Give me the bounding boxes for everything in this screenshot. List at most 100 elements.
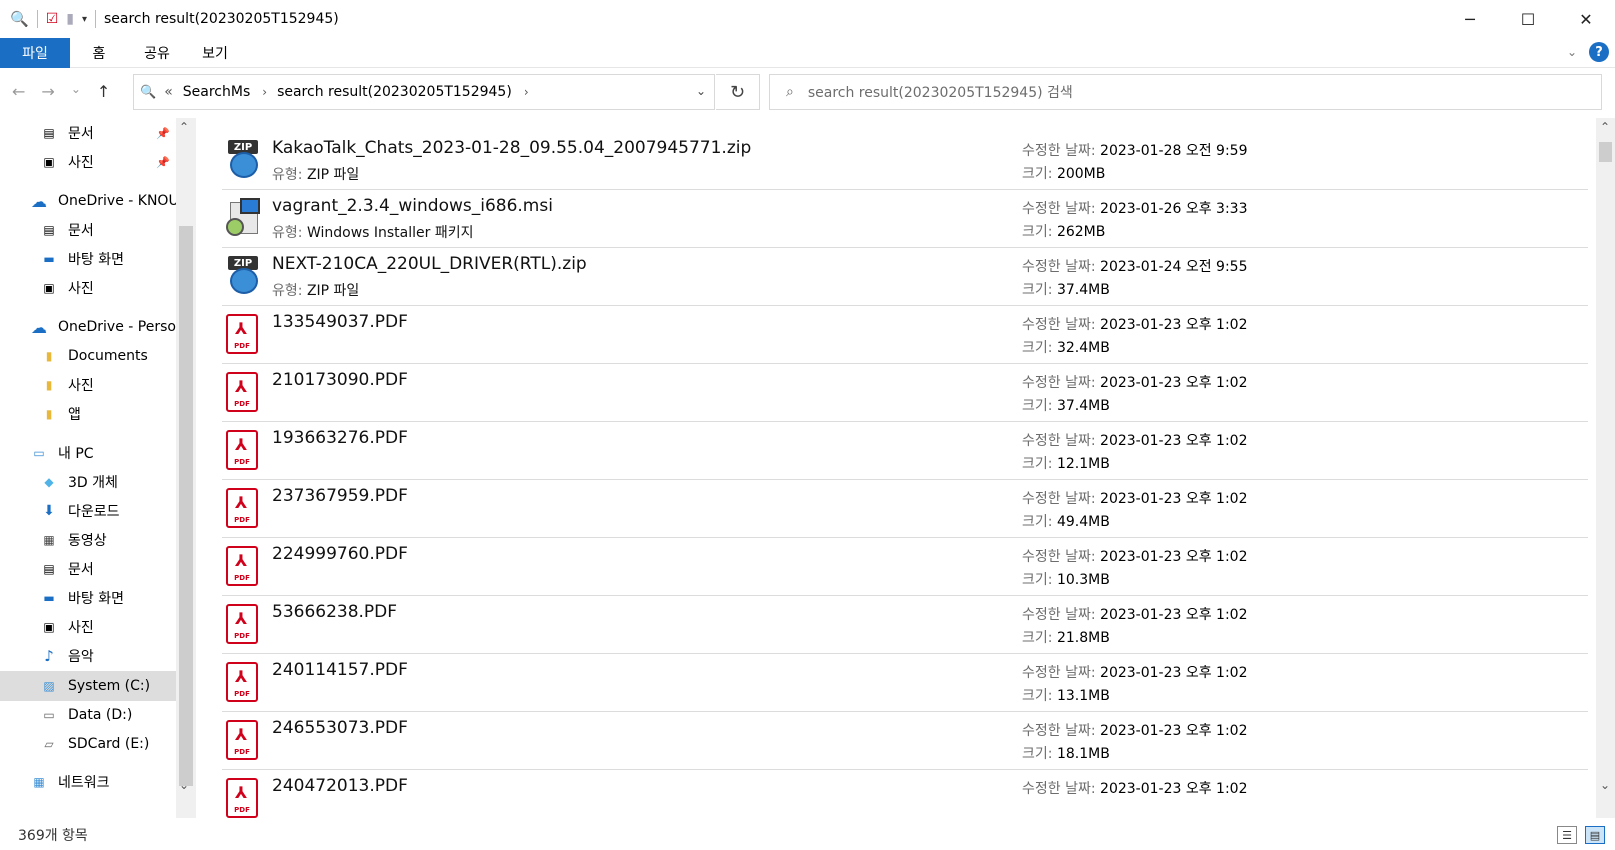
- sidebar-item-system-c[interactable]: ▨ System (C:): [0, 671, 176, 701]
- maximize-button[interactable]: ☐: [1499, 0, 1557, 38]
- sidebar-item-label: 앱: [68, 407, 81, 423]
- sidebar-item-desktop[interactable]: ▬ 바탕 화면: [0, 244, 176, 274]
- scroll-up-icon[interactable]: ⌃: [1600, 120, 1610, 134]
- file-row[interactable]: ⅄ PDF 246553073.PDF 수정한 날짜: 2023-01-23 오후…: [222, 710, 1588, 770]
- file-row[interactable]: ⅄ PDF 193663276.PDF 수정한 날짜: 2023-01-23 오후…: [222, 420, 1588, 480]
- details-view-icon[interactable]: ☰: [1557, 826, 1577, 844]
- file-row[interactable]: ZIP NEXT-210CA_220UL_DRIVER(RTL).zip 유형:…: [222, 246, 1588, 306]
- folder-icon: ▮: [45, 349, 53, 363]
- tiles-view-icon[interactable]: ▤: [1585, 826, 1605, 844]
- sidebar-item-music[interactable]: ♪ 음악: [0, 641, 176, 671]
- file-size: 크기: 262MB: [1022, 224, 1106, 240]
- properties-icon[interactable]: ☑: [46, 11, 59, 27]
- file-name: 210173090.PDF: [272, 370, 408, 390]
- sidebar-item-label: 바탕 화면: [68, 252, 124, 268]
- file-row[interactable]: ⅄ PDF 240114157.PDF 수정한 날짜: 2023-01-23 오후…: [222, 652, 1588, 712]
- file-name: 53666238.PDF: [272, 602, 398, 622]
- breadcrumb-separator-icon[interactable]: ›: [524, 85, 529, 99]
- scroll-up-icon[interactable]: ⌃: [179, 120, 189, 134]
- refresh-button[interactable]: ↻: [716, 74, 760, 110]
- close-button[interactable]: ✕: [1557, 0, 1615, 38]
- file-date: 수정한 날짜: 2023-01-23 오후 1:02: [1022, 375, 1248, 391]
- recent-locations-button[interactable]: ⌄: [71, 82, 81, 101]
- file-row[interactable]: ⅄ PDF 210173090.PDF 수정한 날짜: 2023-01-23 오후…: [222, 362, 1588, 422]
- pin-icon: 📌: [156, 155, 170, 169]
- minimize-button[interactable]: ─: [1441, 0, 1499, 38]
- sidebar-item-onedrive-personal[interactable]: ☁ OneDrive - Personal: [0, 312, 176, 342]
- tab-view[interactable]: 보기: [186, 38, 244, 68]
- new-folder-icon[interactable]: ▮: [66, 11, 74, 27]
- removable-drive-icon: ▱: [44, 737, 54, 751]
- sidebar-item-label: Documents: [68, 348, 148, 364]
- status-bar: 369개 항목 ☰ ▤: [0, 820, 1615, 850]
- tab-file[interactable]: 파일: [0, 37, 70, 68]
- sidebar-item-this-pc[interactable]: ▭ 내 PC: [0, 438, 176, 468]
- explorer-search-icon[interactable]: 🔍: [10, 10, 29, 28]
- address-bar[interactable]: 🔍 « SearchMs › search result(20230205T15…: [133, 74, 715, 110]
- sidebar-item-pictures-pinned[interactable]: ▣ 사진 📌: [0, 147, 176, 177]
- expand-ribbon-icon[interactable]: ⌄: [1567, 45, 1577, 59]
- file-name: 240472013.PDF: [272, 776, 408, 796]
- sidebar-scrollbar[interactable]: ⌃ ⌄: [176, 118, 196, 818]
- search-box[interactable]: ⌕ search result(20230205T152945) 검색: [769, 74, 1602, 110]
- file-list-scroll-thumb[interactable]: [1599, 142, 1612, 162]
- zip-icon: ZIP: [226, 256, 262, 296]
- sidebar-scroll-thumb[interactable]: [179, 226, 193, 786]
- sidebar-item-apps-folder[interactable]: ▮ 앱: [0, 399, 176, 429]
- file-row[interactable]: ZIP KakaoTalk_Chats_2023-01-28_09.55.04_…: [222, 130, 1588, 190]
- sidebar-item-desktop-pc[interactable]: ▬ 바탕 화면: [0, 583, 176, 613]
- pdf-icon: ⅄ PDF: [226, 662, 258, 702]
- pdf-icon: ⅄ PDF: [226, 546, 258, 586]
- sidebar-item-documents-folder[interactable]: ▮ Documents: [0, 341, 176, 371]
- file-list-scrollbar[interactable]: ⌃ ⌄: [1596, 118, 1615, 818]
- sidebar-item-3d-objects[interactable]: ◆ 3D 개체: [0, 467, 176, 497]
- file-row[interactable]: ⅄ PDF 240472013.PDF 수정한 날짜: 2023-01-23 오후…: [222, 768, 1588, 820]
- help-button[interactable]: ?: [1589, 42, 1609, 62]
- file-name: 133549037.PDF: [272, 312, 408, 332]
- file-date: 수정한 날짜: 2023-01-23 오후 1:02: [1022, 723, 1248, 739]
- item-count: 369개 항목: [18, 828, 88, 844]
- picture-icon: ▣: [43, 155, 55, 169]
- file-row[interactable]: vagrant_2.3.4_windows_i686.msi 유형: Windo…: [222, 188, 1588, 248]
- file-row[interactable]: ⅄ PDF 224999760.PDF 수정한 날짜: 2023-01-23 오후…: [222, 536, 1588, 596]
- quick-access-toolbar: 🔍 ☑ ▮ ▾: [0, 0, 96, 38]
- sidebar-item-documents-pc[interactable]: ▤ 문서: [0, 554, 176, 584]
- file-size: 크기: 12.1MB: [1022, 456, 1110, 472]
- window-controls: ─ ☐ ✕: [1441, 0, 1615, 38]
- sidebar-item-onedrive-knou[interactable]: ☁ OneDrive - KNOU: [0, 186, 176, 216]
- sidebar-item-documents[interactable]: ▤ 문서: [0, 215, 176, 245]
- file-type: 유형: ZIP 파일: [272, 283, 360, 299]
- breadcrumb-searchms[interactable]: SearchMs: [183, 84, 250, 100]
- address-dropdown-icon[interactable]: ⌄: [696, 84, 706, 98]
- scroll-down-icon[interactable]: ⌄: [179, 778, 189, 792]
- back-button[interactable]: ←: [12, 82, 25, 101]
- sidebar-item-downloads[interactable]: ⬇ 다운로드: [0, 496, 176, 526]
- sidebar-item-network[interactable]: ▦ 네트워크: [0, 767, 176, 797]
- search-placeholder: search result(20230205T152945) 검색: [807, 85, 1073, 101]
- breadcrumb-separator-icon[interactable]: ›: [262, 85, 267, 99]
- file-row[interactable]: ⅄ PDF 133549037.PDF 수정한 날짜: 2023-01-23 오후…: [222, 304, 1588, 364]
- file-size: 크기: 13.1MB: [1022, 688, 1110, 704]
- sidebar-item-label: 바탕 화면: [68, 591, 124, 607]
- file-row[interactable]: ⅄ PDF 237367959.PDF 수정한 날짜: 2023-01-23 오후…: [222, 478, 1588, 538]
- sidebar-item-sdcard-e[interactable]: ▱ SDCard (E:): [0, 729, 176, 759]
- sidebar-item-pictures-pc[interactable]: ▣ 사진: [0, 612, 176, 642]
- forward-button[interactable]: →: [41, 82, 54, 101]
- file-size: 크기: 32.4MB: [1022, 340, 1110, 356]
- customize-toolbar-icon[interactable]: ▾: [82, 14, 87, 25]
- scroll-down-icon[interactable]: ⌄: [1600, 778, 1610, 792]
- tab-home[interactable]: 홈: [70, 38, 128, 68]
- sidebar-item-documents-pinned[interactable]: ▤ 문서 📌: [0, 118, 176, 148]
- breadcrumb-search-result[interactable]: search result(20230205T152945): [277, 84, 512, 100]
- file-name: 237367959.PDF: [272, 486, 408, 506]
- sidebar-item-pictures[interactable]: ▣ 사진: [0, 273, 176, 303]
- file-row[interactable]: ⅄ PDF 53666238.PDF 수정한 날짜: 2023-01-23 오후 …: [222, 594, 1588, 654]
- overflow-crumbs[interactable]: «: [164, 84, 173, 100]
- sidebar-item-data-d[interactable]: ▭ Data (D:): [0, 700, 176, 730]
- sidebar-item-videos[interactable]: ▦ 동영상: [0, 525, 176, 555]
- tab-share[interactable]: 공유: [128, 38, 186, 68]
- up-button[interactable]: ↑: [97, 82, 110, 101]
- sidebar-item-pictures-folder[interactable]: ▮ 사진: [0, 370, 176, 400]
- ribbon-right-controls: ⌄ ?: [1567, 42, 1609, 62]
- pdf-icon: ⅄ PDF: [226, 604, 258, 644]
